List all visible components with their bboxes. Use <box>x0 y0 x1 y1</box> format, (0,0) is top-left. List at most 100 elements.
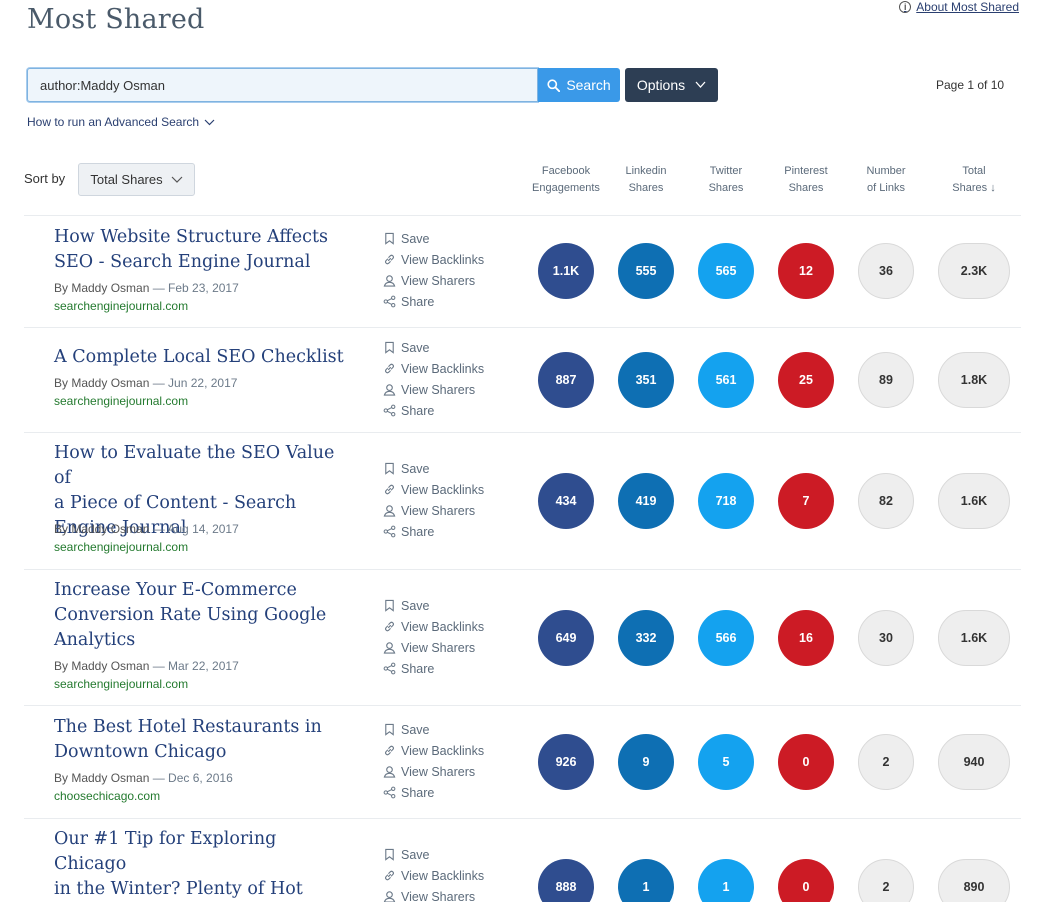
save-action-label: Save <box>401 847 430 862</box>
bookmark-icon <box>385 341 394 354</box>
col-header-total[interactable]: Total Shares ↓ <box>929 163 1019 197</box>
save-action[interactable]: Save <box>383 844 484 865</box>
save-action[interactable]: Save <box>383 719 484 740</box>
col-header-twitter[interactable]: Twitter Shares <box>681 163 771 197</box>
sharers-action[interactable]: View Sharers <box>383 379 484 400</box>
backlinks-action-label: View Backlinks <box>401 252 485 267</box>
save-action[interactable]: Save <box>383 337 484 358</box>
sort-dropdown[interactable]: Total Shares <box>78 163 195 196</box>
article-title-link[interactable]: Increase Your E-Commerce Conversion Rate … <box>54 578 354 653</box>
total-shares-count: 1.8K <box>938 352 1010 408</box>
link-icon <box>385 254 394 265</box>
pinterest-shares-count: 16 <box>778 610 834 666</box>
backlinks-action[interactable]: View Backlinks <box>383 740 484 761</box>
search-button[interactable]: Search <box>538 68 620 102</box>
domain-link[interactable]: searchenginejournal.com <box>54 677 188 691</box>
linkedin-shares-count: 332 <box>618 610 674 666</box>
publish-date: — Feb 23, 2017 <box>149 281 239 295</box>
about-most-shared-link[interactable]: i About Most Shared <box>899 0 1019 14</box>
chevron-down-icon <box>204 119 215 125</box>
total-shares-count: 890 <box>938 859 1010 902</box>
share-action[interactable]: Share <box>383 400 484 421</box>
sharers-action[interactable]: View Sharers <box>383 761 484 782</box>
domain-link[interactable]: searchenginejournal.com <box>54 299 188 313</box>
domain-link[interactable]: choosechicago.com <box>54 789 160 803</box>
link-icon <box>385 870 394 881</box>
backlinks-action[interactable]: View Backlinks <box>383 865 484 886</box>
sharers-action[interactable]: View Sharers <box>383 500 484 521</box>
share-action-label: Share <box>401 785 435 800</box>
pagination-info: Page 1 of 10 <box>936 78 1005 92</box>
article-title-link[interactable]: A Complete Local SEO Checklist <box>54 345 354 370</box>
total-shares-count: 940 <box>938 734 1010 790</box>
twitter-shares-count: 565 <box>698 243 754 299</box>
author-name[interactable]: By Maddy Osman <box>54 771 149 785</box>
backlinks-action-label: View Backlinks <box>401 619 485 634</box>
publish-date: — Mar 22, 2017 <box>149 659 239 673</box>
publish-date: — Dec 6, 2016 <box>149 771 233 785</box>
linkedin-shares-count: 9 <box>618 734 674 790</box>
article-actions: SaveView BacklinksView SharersShare <box>383 844 484 902</box>
search-input[interactable] <box>27 68 538 102</box>
article-title-line: A Complete Local SEO Checklist <box>54 347 344 367</box>
article-title-link[interactable]: How Website Structure Affects SEO - Searc… <box>54 225 354 275</box>
number-of-links-count: 36 <box>858 243 914 299</box>
share-icon <box>383 295 396 308</box>
sharers-action-label: View Sharers <box>401 503 476 518</box>
article-title-link[interactable]: Our #1 Tip for Exploring Chicago in the W… <box>54 827 354 902</box>
save-action[interactable]: Save <box>383 595 484 616</box>
bookmark-icon <box>385 232 394 245</box>
col-header-linkedin[interactable]: Linkedin Shares <box>601 163 691 197</box>
advanced-search-label: How to run an Advanced Search <box>27 115 200 129</box>
facebook-engagements-count: 1.1K <box>538 243 594 299</box>
share-action-label: Share <box>401 403 435 418</box>
domain-link[interactable]: searchenginejournal.com <box>54 394 188 408</box>
facebook-engagements-count: 649 <box>538 610 594 666</box>
backlinks-action[interactable]: View Backlinks <box>383 358 484 379</box>
search-icon <box>547 78 561 92</box>
col-header-pinterest[interactable]: Pinterest Shares <box>761 163 851 197</box>
article-title-line: How to Evaluate the SEO Value of <box>54 443 335 488</box>
share-action[interactable]: Share <box>383 291 484 312</box>
share-action-label: Share <box>401 294 435 309</box>
user-icon <box>383 384 396 396</box>
sharers-action-label: View Sharers <box>401 889 476 902</box>
author-name[interactable]: By Maddy Osman <box>54 376 149 390</box>
share-action[interactable]: Share <box>383 521 484 542</box>
pinterest-shares-count: 0 <box>778 859 834 902</box>
sharers-action[interactable]: View Sharers <box>383 637 484 658</box>
advanced-search-toggle[interactable]: How to run an Advanced Search <box>27 115 215 129</box>
sort-arrow-down-icon: ↓ <box>990 182 996 194</box>
sharers-action[interactable]: View Sharers <box>383 270 484 291</box>
author-name[interactable]: By Maddy Osman <box>54 522 149 536</box>
article-title-line: a Piece of Content - Search <box>54 493 297 513</box>
author-name[interactable]: By Maddy Osman <box>54 281 149 295</box>
backlinks-action[interactable]: View Backlinks <box>383 479 484 500</box>
total-shares-count: 1.6K <box>938 473 1010 529</box>
search-button-label: Search <box>566 77 611 93</box>
share-action[interactable]: Share <box>383 782 484 803</box>
domain-link[interactable]: searchenginejournal.com <box>54 540 188 554</box>
backlinks-action[interactable]: View Backlinks <box>383 616 484 637</box>
twitter-shares-count: 718 <box>698 473 754 529</box>
share-action[interactable]: Share <box>383 658 484 679</box>
article-byline: By Maddy Osman — Jun 22, 2017 <box>54 376 237 390</box>
col-header-facebook[interactable]: Facebook Engagements <box>521 163 611 197</box>
link-icon <box>385 484 394 495</box>
article-title-line: Our #1 Tip for Exploring Chicago <box>54 829 277 874</box>
linkedin-shares-count: 419 <box>618 473 674 529</box>
options-button[interactable]: Options <box>625 68 718 102</box>
col-header-links[interactable]: Number of Links <box>841 163 931 197</box>
save-action[interactable]: Save <box>383 228 484 249</box>
backlinks-action[interactable]: View Backlinks <box>383 249 484 270</box>
article-title-line: How Website Structure Affects <box>54 227 328 247</box>
save-action[interactable]: Save <box>383 458 484 479</box>
twitter-shares-count: 5 <box>698 734 754 790</box>
number-of-links-count: 82 <box>858 473 914 529</box>
author-name[interactable]: By Maddy Osman <box>54 659 149 673</box>
pinterest-shares-count: 7 <box>778 473 834 529</box>
article-byline: By Maddy Osman — Mar 22, 2017 <box>54 659 239 673</box>
sharers-action[interactable]: View Sharers <box>383 886 484 902</box>
article-title-link[interactable]: The Best Hotel Restaurants in Downtown Ch… <box>54 715 354 765</box>
link-icon <box>385 745 394 756</box>
